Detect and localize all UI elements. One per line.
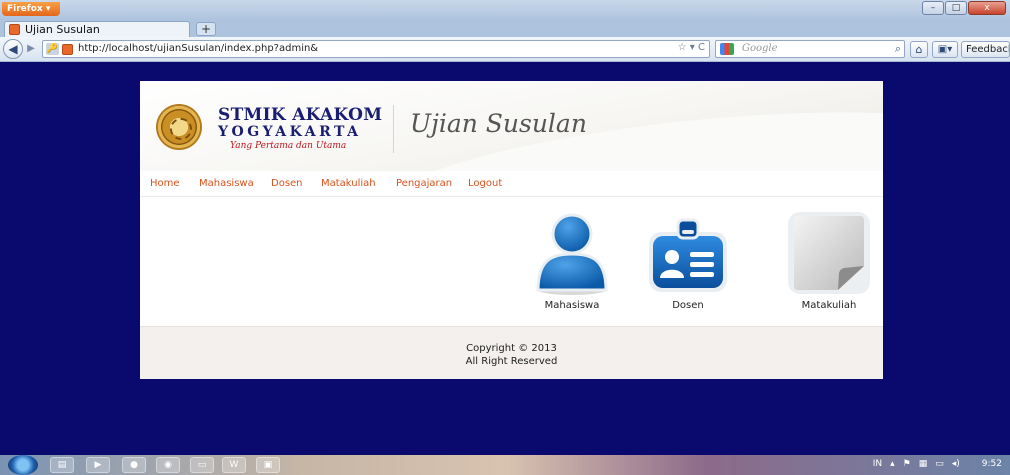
- dashboard-matakuliah[interactable]: Matakuliah: [784, 212, 874, 311]
- menu-logout[interactable]: Logout: [468, 178, 502, 189]
- system-tray: IN ▴ ⚑ ▦ ▭ ◂) 9:52: [873, 459, 1002, 469]
- forward-button[interactable]: ▶: [24, 42, 38, 56]
- akakom-logo-icon: [158, 106, 200, 148]
- site-identity-icon[interactable]: 🔑: [46, 43, 59, 55]
- firefox-icon[interactable]: ●: [122, 457, 146, 473]
- window-controls: – □ x: [922, 1, 1006, 15]
- firefox-menu-button[interactable]: Firefox ▾: [2, 2, 60, 16]
- url-bar-icons: ☆ ▾ C: [677, 42, 705, 53]
- site-header: STMIK AKAKOM YOGYAKARTA Yang Pertama dan…: [140, 81, 883, 171]
- search-bar[interactable]: Google ⌕: [715, 40, 905, 58]
- dashboard-mahasiswa[interactable]: Mahasiswa: [532, 212, 612, 311]
- bookmarks-button[interactable]: ▣▾: [932, 41, 958, 58]
- rights-text: All Right Reserved: [465, 356, 558, 367]
- home-button[interactable]: ⌂: [910, 41, 928, 58]
- new-tab-button[interactable]: +: [196, 22, 216, 36]
- tab-ujian-susulan[interactable]: Ujian Susulan: [4, 21, 190, 37]
- minimize-button[interactable]: –: [922, 1, 944, 15]
- search-icon[interactable]: ⌕: [895, 42, 901, 56]
- flag-icon[interactable]: ⚑: [903, 459, 911, 469]
- chrome-icon[interactable]: ◉: [156, 457, 180, 473]
- bookmarks-icon: ▣▾: [937, 44, 953, 55]
- brand-name: STMIK AKAKOM: [218, 105, 383, 125]
- firefox-menu-label: Firefox: [7, 4, 43, 14]
- id-card-icon: [649, 218, 727, 292]
- forward-arrow-icon: ▶: [27, 43, 35, 54]
- media-player-icon[interactable]: ▶: [86, 457, 110, 473]
- brand-tagline: Yang Pertama dan Utama: [230, 141, 347, 151]
- firefox-window-icon[interactable]: ▣: [256, 457, 280, 473]
- network-icon[interactable]: ▦: [919, 459, 928, 469]
- dashboard-dosen[interactable]: Dosen: [645, 212, 731, 311]
- word-icon[interactable]: W: [222, 457, 246, 473]
- terminal-icon[interactable]: ▭: [190, 457, 214, 473]
- site-footer: Copyright © 2013 All Right Reserved: [140, 326, 883, 379]
- tray-arrow-icon[interactable]: ▴: [890, 459, 895, 469]
- taskbar: ▤ ▶ ● ◉ ▭ W ▣ IN ▴ ⚑ ▦ ▭ ◂) 9:52: [0, 455, 1010, 475]
- navigation-toolbar: ◀ ▶ 🔑 http://localhost/ujianSusulan/inde…: [0, 37, 1010, 62]
- favicon-icon: [9, 24, 20, 35]
- app-title: Ujian Susulan: [410, 109, 587, 138]
- bookmark-star-icon[interactable]: ☆: [678, 42, 687, 53]
- address-bar[interactable]: 🔑 http://localhost/ujianSusulan/index.ph…: [42, 40, 710, 58]
- page-container: STMIK AKAKOM YOGYAKARTA Yang Pertama dan…: [140, 81, 883, 379]
- copyright-text: Copyright © 2013: [466, 343, 557, 354]
- back-arrow-icon: ◀: [8, 42, 18, 56]
- menu-mahasiswa[interactable]: Mahasiswa: [199, 178, 254, 189]
- explorer-icon[interactable]: ▤: [50, 457, 74, 473]
- menu-matakuliah[interactable]: Matakuliah: [321, 178, 376, 189]
- window-title-bar: Firefox ▾ – □ x: [0, 0, 1010, 20]
- dashboard-label-matakuliah: Matakuliah: [801, 300, 857, 311]
- start-button[interactable]: [8, 455, 38, 475]
- document-icon: [788, 212, 870, 294]
- menu-home[interactable]: Home: [150, 178, 180, 189]
- feedback-label: Feedback: [966, 44, 1010, 55]
- volume-icon[interactable]: ◂): [952, 459, 960, 469]
- brand-city: YOGYAKARTA: [218, 124, 362, 140]
- monitor-icon[interactable]: ▭: [935, 459, 944, 469]
- url-text[interactable]: http://localhost/ujianSusulan/index.php?…: [78, 43, 318, 54]
- search-placeholder: Google: [742, 43, 778, 54]
- user-icon: [536, 213, 608, 295]
- feedback-button[interactable]: Feedback: [961, 41, 1010, 58]
- home-icon: ⌂: [915, 43, 923, 56]
- language-indicator[interactable]: IN: [873, 459, 882, 469]
- tab-bar: Ujian Susulan +: [0, 20, 1010, 37]
- favicon-icon: [62, 44, 73, 55]
- header-divider: [393, 105, 394, 153]
- google-icon[interactable]: [720, 43, 734, 55]
- back-button[interactable]: ◀: [3, 39, 23, 59]
- dashboard-label-dosen: Dosen: [672, 300, 704, 311]
- tab-title: Ujian Susulan: [25, 23, 100, 36]
- dashboard-label-mahasiswa: Mahasiswa: [544, 300, 600, 311]
- reload-icon[interactable]: C: [698, 42, 705, 53]
- close-button[interactable]: x: [968, 1, 1006, 15]
- clock[interactable]: 9:52: [982, 459, 1002, 469]
- menu-pengajaran[interactable]: Pengajaran: [396, 178, 452, 189]
- menu-dosen[interactable]: Dosen: [271, 178, 303, 189]
- maximize-button[interactable]: □: [945, 1, 967, 15]
- main-menu: Home Mahasiswa Dosen Matakuliah Pengajar…: [140, 171, 883, 197]
